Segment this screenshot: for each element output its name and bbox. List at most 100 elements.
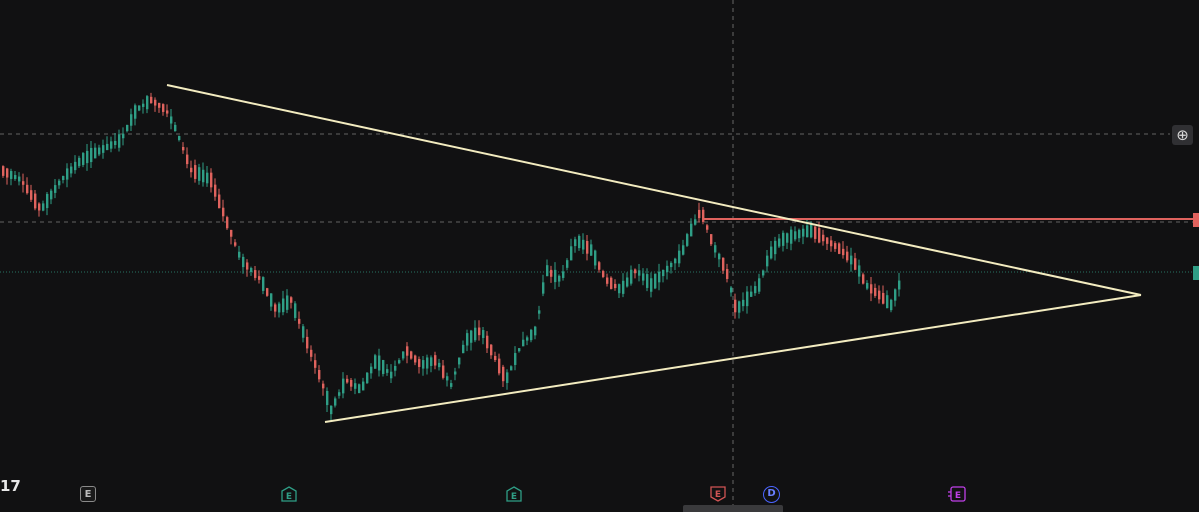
candle-body (534, 326, 537, 336)
candle-body (46, 193, 49, 209)
candle-body (118, 134, 121, 148)
candle-body (634, 269, 637, 274)
candle-body (606, 277, 609, 284)
candle-body (198, 167, 201, 181)
candle-body (482, 330, 485, 338)
candle-body (114, 140, 117, 146)
candle-body (122, 133, 125, 139)
candle-body (150, 96, 153, 104)
candle-body (586, 240, 589, 254)
candle-body (350, 379, 353, 387)
candle-body (558, 275, 561, 282)
candle-body (706, 225, 709, 230)
add-plus-button[interactable]: ⊕ (1172, 125, 1193, 145)
candle-body (178, 136, 181, 140)
candle-body (134, 105, 137, 119)
candle-body (402, 351, 405, 359)
candle-body (526, 337, 529, 341)
candle-body (430, 357, 433, 366)
candle-body (662, 269, 665, 277)
candle-body (794, 231, 797, 240)
candle-body (34, 193, 37, 209)
candle-body (278, 303, 281, 313)
candle-body (86, 150, 89, 164)
candle-body (334, 398, 337, 406)
candle-body (666, 265, 669, 273)
candle-body (338, 392, 341, 396)
earnings-event-marker[interactable]: E (80, 486, 96, 502)
candle-body (850, 255, 853, 265)
candle-body (762, 270, 765, 276)
candle-body (26, 184, 29, 194)
candle-body (554, 269, 557, 283)
candle-body (254, 270, 257, 278)
svg-text:E: E (715, 490, 721, 500)
candle-body (210, 172, 213, 188)
dividend-event-marker[interactable]: D (763, 486, 780, 503)
candle-body (674, 258, 677, 264)
candle-body (574, 239, 577, 247)
candle-body (390, 371, 393, 379)
candle-body (642, 273, 645, 281)
candle-body (518, 348, 521, 352)
candle-body (758, 278, 761, 292)
candle-body (598, 262, 601, 270)
candle-body (94, 147, 97, 159)
earnings-event-marker[interactable]: E (506, 486, 522, 502)
candle-body (302, 326, 305, 338)
earnings-event-marker[interactable]: E (281, 486, 297, 502)
candle-body (230, 229, 233, 237)
candle-body (750, 291, 753, 297)
candle-body (746, 291, 749, 307)
candle-body (846, 251, 849, 261)
candle-body (590, 244, 593, 256)
candle-body (370, 366, 373, 374)
candle-body (886, 295, 889, 309)
candle-body (682, 245, 685, 255)
candle-body (126, 124, 129, 132)
chart-area[interactable] (0, 0, 1199, 512)
candle-body (258, 276, 261, 280)
candle-body (830, 240, 833, 247)
candle-body (646, 274, 649, 288)
candle-body (730, 287, 733, 293)
candle-body (58, 180, 61, 186)
tradingview-logo[interactable]: 17 (0, 478, 22, 494)
candle-body (578, 235, 581, 249)
candle-body (450, 383, 453, 387)
candle-body (90, 147, 93, 163)
candle-body (490, 344, 493, 356)
earnings-event-marker[interactable]: E (948, 486, 966, 502)
candle-body (162, 104, 165, 112)
candle-body (566, 260, 569, 268)
candle-body (318, 370, 321, 380)
candle-body (426, 357, 429, 369)
candle-body (538, 310, 541, 314)
candle-body (510, 366, 513, 371)
candle-body (622, 280, 625, 294)
crosshair-time-label (683, 505, 783, 512)
candle-body (734, 299, 737, 313)
candle-body (434, 355, 437, 366)
candlestick-chart[interactable] (0, 0, 1199, 512)
candle-body (754, 286, 757, 294)
candle-body (270, 293, 273, 307)
candle-body (70, 166, 73, 174)
earnings-event-marker[interactable]: E (710, 486, 726, 502)
candle-body (474, 327, 477, 341)
candle-body (822, 234, 825, 242)
candle-body (218, 194, 221, 209)
candle-body (466, 333, 469, 346)
candle-body (882, 292, 885, 304)
candle-body (246, 262, 249, 270)
candle-body (298, 318, 301, 324)
candle-body (690, 223, 693, 237)
candle-body (782, 232, 785, 246)
candle-body (10, 171, 13, 179)
candle-body (614, 283, 617, 289)
candle-body (894, 289, 897, 301)
candle-body (138, 105, 141, 111)
candle-body (358, 384, 361, 394)
candle-body (330, 405, 333, 415)
candle-body (406, 346, 409, 356)
